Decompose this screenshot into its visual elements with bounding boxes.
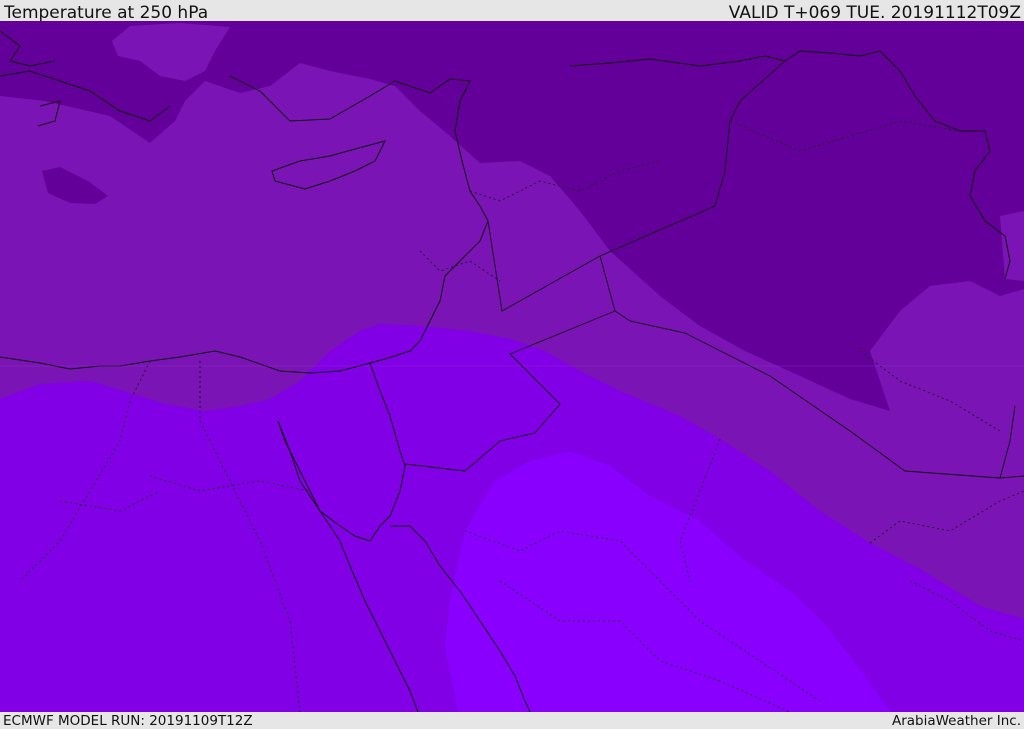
model-run: ECMWF MODEL RUN: 20191109T12Z <box>3 713 253 729</box>
header-bar: Temperature at 250 hPa VALID T+069 TUE. … <box>0 0 1024 23</box>
valid-time: VALID T+069 TUE. 20191112T09Z <box>728 3 1021 23</box>
map-title: Temperature at 250 hPa <box>4 3 209 23</box>
weather-map <box>0 21 1024 712</box>
credit-text: ArabiaWeather Inc. <box>891 713 1021 729</box>
footer-bar: ECMWF MODEL RUN: 20191109T12Z ArabiaWeat… <box>0 712 1024 729</box>
